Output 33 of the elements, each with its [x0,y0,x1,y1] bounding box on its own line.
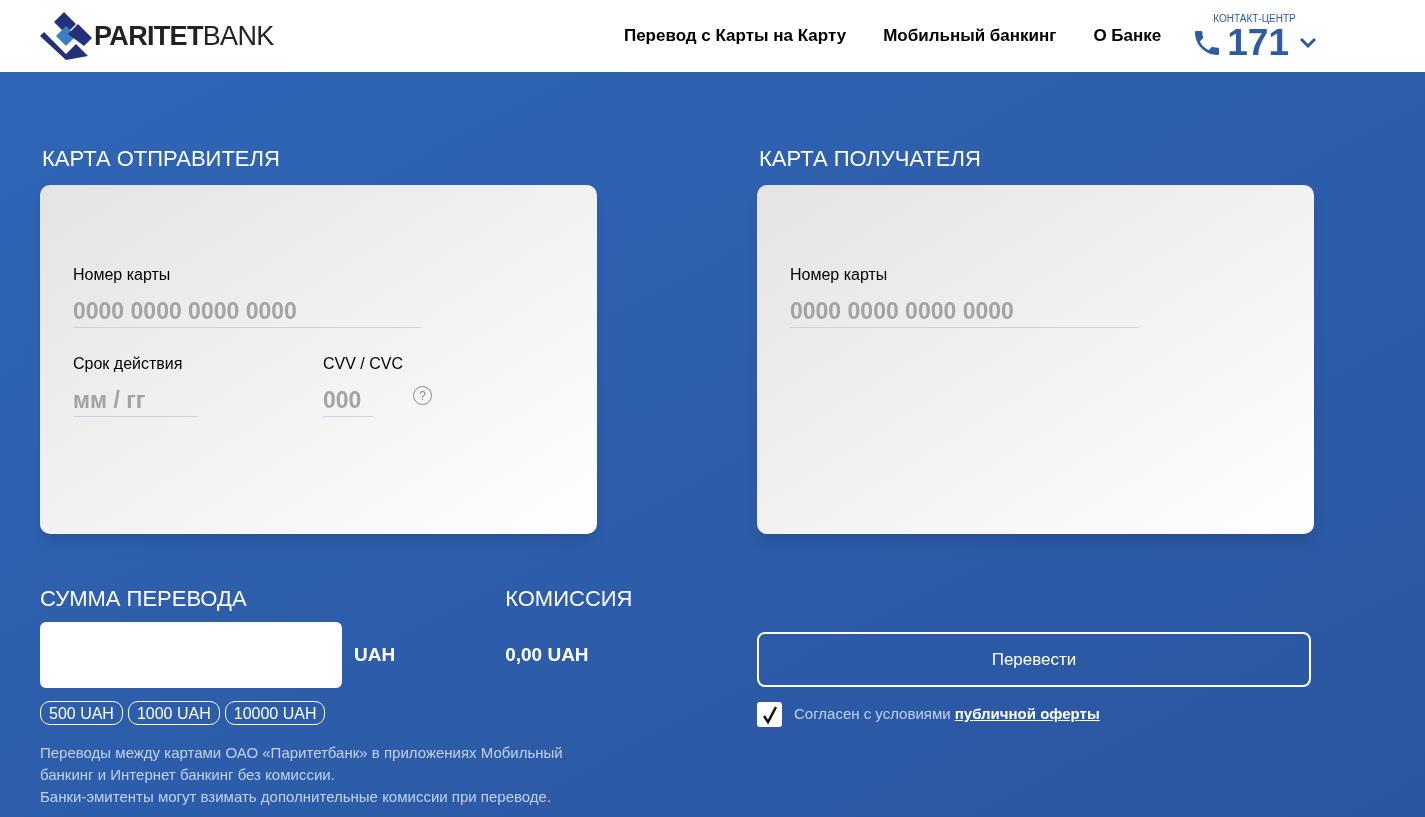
info-text: Переводы между картами ОАО «Паритетбанк» в приложениях Мобильный банкинг и Интернет банкинг без комиссии. [40,743,564,785]
commission-value: 0,00 UAH [505,642,589,667]
amount-preset-button[interactable]: 500 UAH [40,701,123,725]
nav-link[interactable]: О Банке [1093,23,1162,49]
contact-center-label: КОНТАКТ-ЦЕНТР [1213,12,1296,26]
offer-link[interactable]: публичной оферты [954,705,1100,723]
nav-link[interactable]: Перевод с Карты на Карту [623,23,847,49]
amount-preset-button[interactable]: 10000 UAH [224,701,326,725]
input-field[interactable]: 0000 0000 0000 0000 [790,296,1139,328]
chevron-down-icon[interactable] [1299,36,1317,49]
currency-label: UAH [354,642,396,667]
section-title: КОМИССИЯ [505,585,633,613]
check-icon [761,704,778,725]
input-field[interactable]: 0000 0000 0000 0000 [73,296,422,328]
section-title: КАРТА ОТПРАВИТЕЛЯ [42,145,281,173]
field-label: Номер карты [73,265,172,285]
info-text: Банки-эмитенты могут взимать дополнительные комиссии при переводе. [40,787,553,807]
logo-icon [40,11,92,61]
phone-number[interactable]: 171 [1227,24,1289,61]
section-title: СУММА ПЕРЕВОДА [40,585,248,613]
agreement-checkbox[interactable] [757,702,782,727]
transfer-button[interactable]: Перевести [757,632,1311,687]
input-field[interactable]: 000 [323,385,373,417]
amount-input[interactable] [40,622,342,688]
field-label: Номер карты [790,265,889,285]
field-label: CVV / CVC [323,354,403,374]
nav-link[interactable]: Мобильный банкинг [883,23,1057,49]
field-label: Срок действия [73,354,184,374]
agreement-text: Согласен с условиями публичной оферты [794,704,1100,725]
input-field[interactable]: мм / гг [73,385,198,417]
logo-text: PARITETBANK [94,19,274,53]
amount-preset-button[interactable]: 1000 UAH [127,701,220,725]
section-title: КАРТА ПОЛУЧАТЕЛЯ [759,145,982,173]
